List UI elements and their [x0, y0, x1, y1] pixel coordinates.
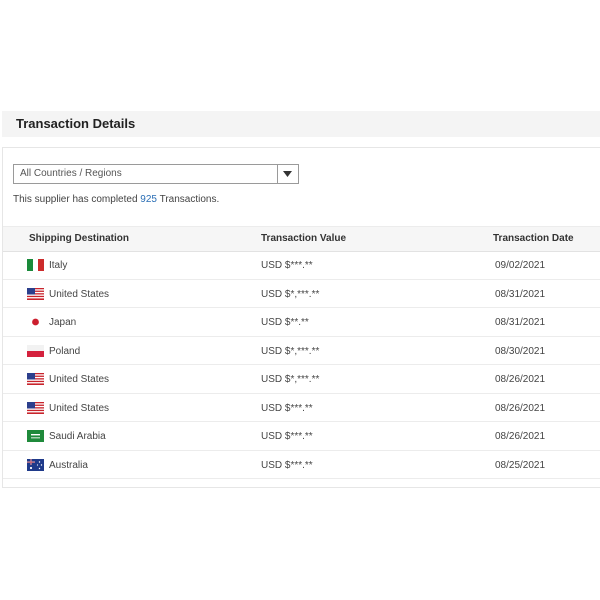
value-cell: USD $***.** — [261, 402, 313, 414]
transaction-summary: This supplier has completed 925 Transact… — [13, 194, 219, 205]
date-cell: 08/30/2021 — [495, 345, 546, 357]
date-cell: 08/31/2021 — [495, 288, 546, 300]
destination-cell: Italy — [49, 260, 68, 271]
value-cell: USD $***.** — [261, 459, 313, 471]
table-row: United States USD $***.** 08/26/2021 — [3, 394, 600, 422]
column-header-date: Transaction Date — [493, 233, 574, 244]
destination-cell: Poland — [49, 345, 81, 357]
italy-flag-icon — [27, 259, 44, 271]
date-cell: 08/26/2021 — [495, 402, 546, 414]
panel-body: All Countries / Regions This supplier ha… — [2, 147, 600, 488]
usa-flag-icon — [27, 401, 44, 414]
transaction-count: 925 — [140, 194, 157, 205]
value-cell: USD $**.** — [261, 317, 309, 328]
destination-cell: United States — [49, 402, 110, 414]
table-row: Japan USD $**.** 08/31/2021 — [3, 308, 600, 337]
table-row: United States USD $*,***.** 08/26/2021 — [3, 365, 600, 394]
value-cell: USD $***.** — [261, 260, 313, 271]
table-row: United States USD $*,***.** 08/31/2021 — [3, 280, 600, 308]
table-row: Poland USD $*,***.** 08/30/2021 — [3, 337, 600, 365]
date-cell: 08/25/2021 — [495, 459, 546, 471]
column-header-destination: Shipping Destination — [29, 233, 129, 244]
country-region-select-value: All Countries / Regions — [20, 168, 122, 179]
dropdown-toggle[interactable] — [277, 165, 298, 183]
date-cell: 08/26/2021 — [495, 431, 546, 442]
transaction-details-panel: Transaction Details All Countries / Regi… — [2, 111, 600, 488]
destination-cell: United States — [49, 288, 110, 300]
usa-flag-icon — [27, 373, 44, 385]
value-cell: USD $*,***.** — [261, 374, 320, 385]
usa-flag-icon — [27, 287, 44, 300]
destination-cell: Japan — [49, 317, 77, 328]
date-cell: 08/31/2021 — [495, 317, 546, 328]
date-cell: 09/02/2021 — [495, 260, 546, 271]
table-row: Italy USD $***.** 09/02/2021 — [3, 251, 600, 280]
table-row: Australia USD $***.** 08/25/2021 — [3, 451, 600, 479]
japan-flag-icon — [27, 316, 44, 328]
saudi-arabia-flag-icon — [27, 430, 44, 442]
summary-prefix: This supplier has completed — [13, 194, 141, 205]
country-region-select[interactable]: All Countries / Regions — [13, 164, 299, 184]
australia-flag-icon — [27, 458, 44, 471]
column-header-value: Transaction Value — [261, 233, 347, 244]
poland-flag-icon — [27, 344, 44, 357]
table-header: Shipping Destination Transaction Value T… — [3, 226, 600, 252]
chevron-down-icon — [283, 171, 292, 177]
destination-cell: Saudi Arabia — [49, 431, 106, 442]
value-cell: USD $*,***.** — [261, 345, 320, 357]
date-cell: 08/26/2021 — [495, 374, 546, 385]
panel-header: Transaction Details — [2, 111, 600, 137]
value-cell: USD $***.** — [261, 431, 313, 442]
panel-title: Transaction Details — [16, 116, 136, 131]
transaction-rows: Italy USD $***.** 09/02/2021 United Stat… — [3, 251, 600, 479]
table-row: Saudi Arabia USD $***.** 08/26/2021 — [3, 422, 600, 451]
destination-cell: United States — [49, 374, 110, 385]
summary-suffix: Transactions. — [156, 194, 220, 205]
value-cell: USD $*,***.** — [261, 288, 320, 300]
destination-cell: Australia — [49, 459, 88, 471]
